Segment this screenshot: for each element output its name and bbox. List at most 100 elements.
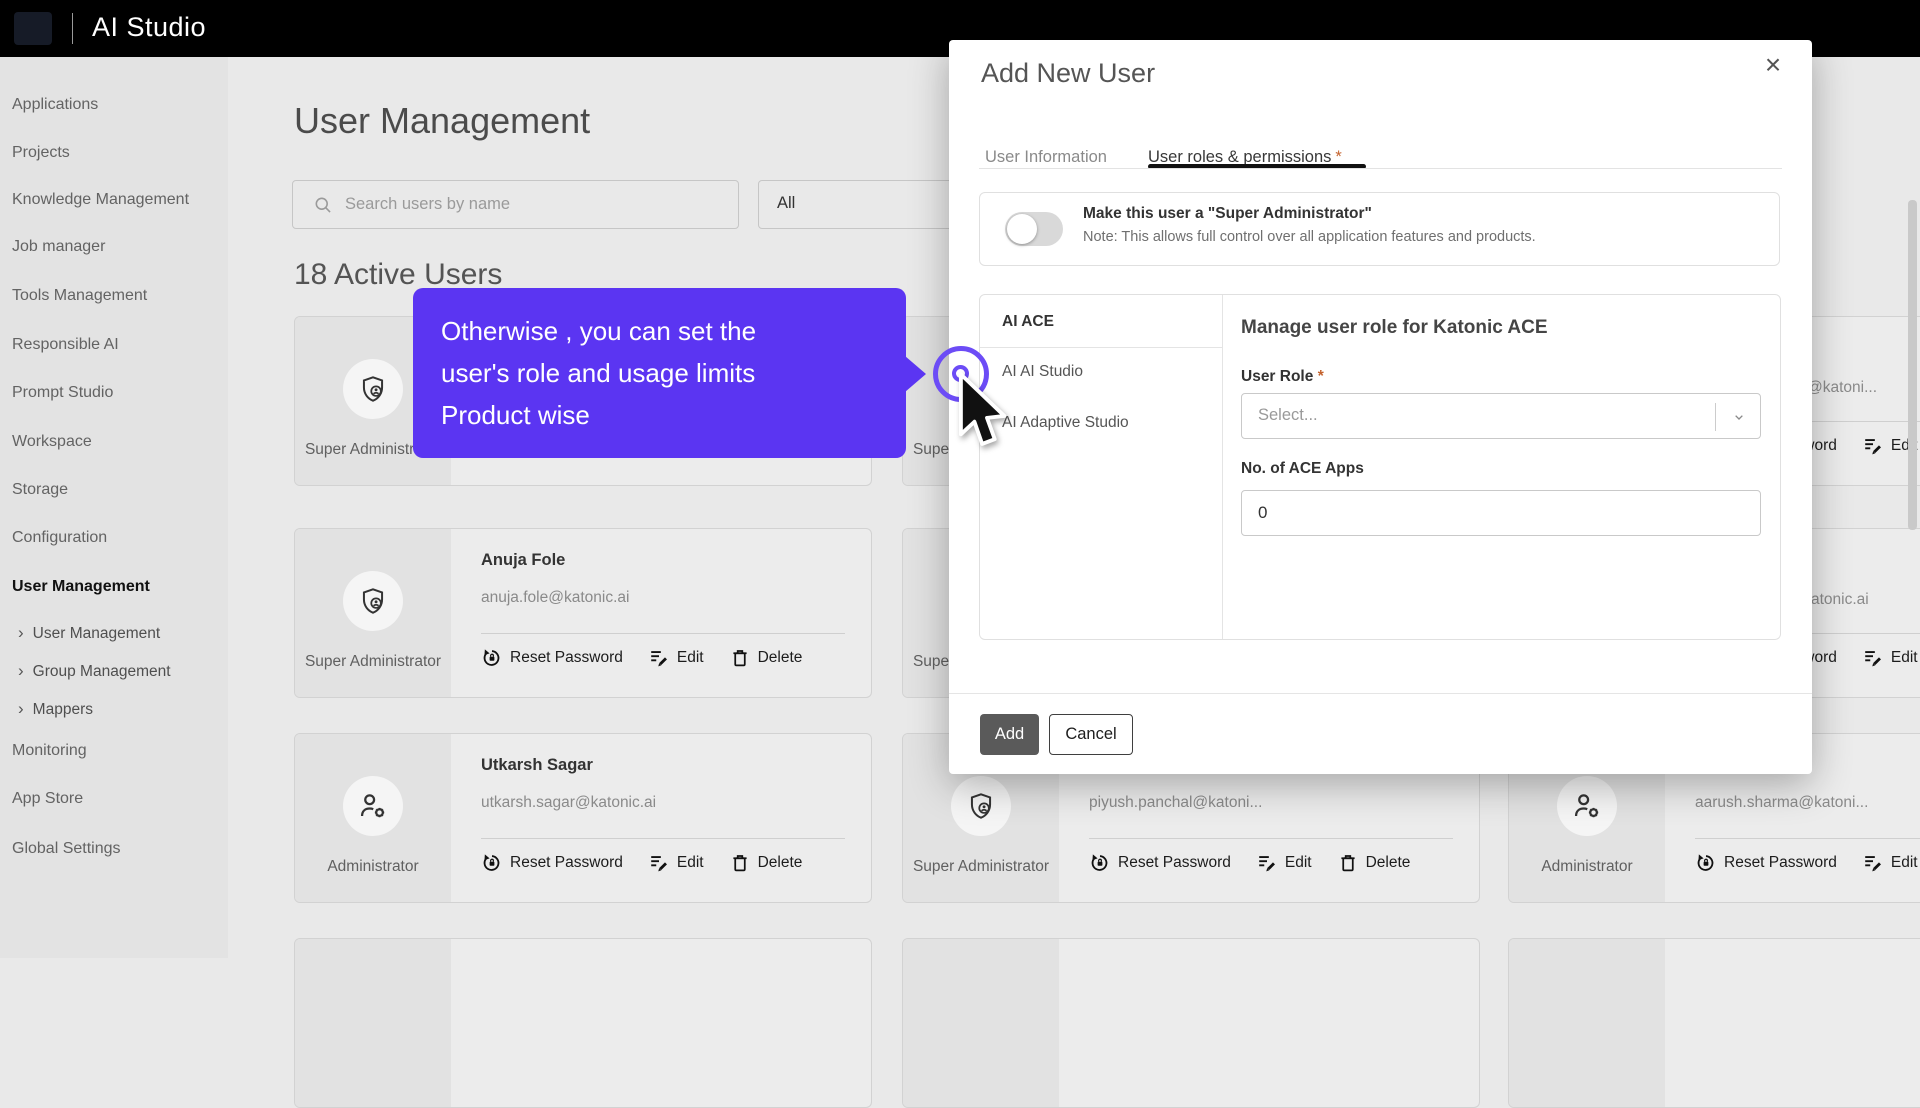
super-administrator-icon bbox=[343, 571, 403, 631]
reset-password-icon bbox=[481, 852, 503, 874]
sidebar-item-label: Knowledge Management bbox=[12, 191, 190, 208]
search-icon bbox=[315, 197, 331, 213]
sidebar-item-group-management[interactable]: › Group Management bbox=[18, 660, 171, 682]
sidebar-item-label: Job manager bbox=[12, 238, 106, 255]
sidebar-item-tools-management[interactable]: Tools Management bbox=[12, 285, 147, 307]
reset-password-label: Reset Password bbox=[510, 854, 623, 871]
edit-button[interactable]: Edit bbox=[648, 852, 704, 874]
reset-password-button[interactable]: Reset Password bbox=[1695, 852, 1837, 874]
user-card bbox=[1508, 938, 1920, 1108]
reset-password-button[interactable]: Reset Password bbox=[481, 852, 623, 874]
filter-dropdown[interactable]: All bbox=[758, 180, 973, 229]
sidebar-item-prompt-studio[interactable]: Prompt Studio bbox=[12, 382, 113, 404]
role-label: Super Administrator bbox=[304, 653, 442, 670]
sidebar-item-label: Responsible AI bbox=[12, 336, 119, 353]
select-placeholder: Select... bbox=[1258, 406, 1318, 424]
reset-password-button[interactable]: Reset Password bbox=[481, 647, 623, 669]
sidebar-item-global-settings[interactable]: Global Settings bbox=[12, 838, 121, 860]
user-name: Utkarsh Sagar bbox=[481, 756, 593, 774]
card-actions: Reset Password Edit Delete bbox=[1089, 852, 1410, 874]
sidebar-item-job-manager[interactable]: Job manager bbox=[12, 236, 105, 258]
page-scrollbar[interactable] bbox=[1908, 200, 1917, 530]
sidebar: Applications Projects Knowledge Management… bbox=[0, 57, 228, 958]
user-card-role-column bbox=[1509, 939, 1665, 1107]
edit-icon bbox=[1862, 435, 1884, 457]
sidebar-item-mappers[interactable]: › Mappers bbox=[18, 698, 93, 720]
user-card bbox=[294, 938, 872, 1108]
edit-label: Edit bbox=[1284, 854, 1312, 871]
sidebar-item-storage[interactable]: Storage bbox=[12, 479, 68, 501]
sidebar-item-user-management[interactable]: › User Management bbox=[18, 622, 160, 644]
edit-icon bbox=[1862, 647, 1884, 669]
reset-password-icon bbox=[1089, 852, 1111, 874]
edit-icon bbox=[648, 647, 670, 669]
ace-apps-label: No. of ACE Apps bbox=[1241, 460, 1364, 477]
sidebar-item-responsible-ai[interactable]: Responsible AI bbox=[12, 334, 119, 356]
chevron-right-icon: › bbox=[18, 661, 24, 680]
modal-title: Add New User bbox=[981, 58, 1156, 88]
edit-button[interactable]: Edit bbox=[1256, 852, 1312, 874]
delete-icon bbox=[729, 647, 751, 669]
tooltip-line: user's role and usage limits bbox=[441, 358, 756, 388]
sidebar-item-label: Mappers bbox=[32, 701, 93, 718]
sidebar-item-applications[interactable]: Applications bbox=[12, 94, 98, 116]
delete-button[interactable]: Delete bbox=[729, 852, 803, 874]
delete-button[interactable]: Delete bbox=[1337, 852, 1410, 874]
reset-password-label: Reset Password bbox=[1724, 854, 1837, 871]
edit-button[interactable]: Edit bbox=[648, 647, 704, 669]
sidebar-item-workspace[interactable]: Workspace bbox=[12, 431, 92, 453]
add-new-user-modal: Add New User × User Information User rol… bbox=[949, 40, 1812, 774]
reset-password-label: Reset Password bbox=[1118, 854, 1231, 871]
search-input[interactable] bbox=[345, 181, 730, 228]
add-button[interactable]: Add bbox=[980, 714, 1039, 755]
sidebar-item-user-management[interactable]: User Management bbox=[12, 576, 150, 598]
sidebar-item-label: Tools Management bbox=[12, 287, 148, 304]
user-name: Anuja Fole bbox=[481, 551, 566, 569]
tooltip-line: Otherwise , you can set the bbox=[441, 316, 757, 346]
sidebar-item-label: App Store bbox=[12, 790, 84, 807]
mouse-cursor bbox=[958, 372, 1007, 446]
modal-footer-divider bbox=[949, 693, 1812, 694]
sidebar-item-projects[interactable]: Projects bbox=[12, 142, 70, 164]
product-item-ai-ace[interactable]: AI ACE bbox=[1002, 313, 1054, 331]
sidebar-item-knowledge-management[interactable]: Knowledge Management bbox=[12, 189, 189, 211]
reset-password-icon bbox=[1695, 852, 1717, 874]
edit-label: Edit bbox=[676, 649, 704, 666]
delete-icon bbox=[1337, 852, 1359, 874]
card-divider bbox=[481, 633, 845, 634]
product-list: AI ACE AI AI Studio AI Adaptive Studio bbox=[980, 295, 1223, 639]
edit-button[interactable]: Edit bbox=[1862, 852, 1918, 874]
cancel-button[interactable]: Cancel bbox=[1049, 714, 1133, 755]
tab-user-information[interactable]: User Information bbox=[985, 148, 1107, 167]
user-email: piyush.panchal@katoni... bbox=[1089, 794, 1263, 811]
filter-value: All bbox=[777, 194, 796, 212]
super-administrator-icon bbox=[343, 359, 403, 419]
super-admin-toggle-note: Note: This allows full control over all … bbox=[1083, 229, 1536, 245]
ace-apps-input[interactable] bbox=[1241, 490, 1761, 536]
delete-icon bbox=[729, 852, 751, 874]
edit-icon bbox=[1256, 852, 1278, 874]
tooltip-line: Product wise bbox=[441, 400, 590, 430]
sidebar-item-configuration[interactable]: Configuration bbox=[12, 527, 107, 549]
sidebar-item-label: Global Settings bbox=[12, 840, 121, 857]
delete-button[interactable]: Delete bbox=[729, 647, 802, 669]
logo-divider bbox=[72, 13, 73, 44]
card-divider bbox=[1089, 838, 1453, 839]
user-email: @katoni... bbox=[1807, 379, 1878, 396]
product-item-adaptive-studio[interactable]: AI Adaptive Studio bbox=[1002, 414, 1129, 432]
close-icon[interactable]: × bbox=[1757, 50, 1789, 82]
delete-label: Delete bbox=[757, 854, 803, 871]
reset-password-button[interactable]: Reset Password bbox=[1089, 852, 1231, 874]
sidebar-item-app-store[interactable]: App Store bbox=[12, 788, 83, 810]
sidebar-item-monitoring[interactable]: Monitoring bbox=[12, 740, 87, 762]
edit-icon bbox=[1862, 852, 1884, 874]
user-card bbox=[902, 938, 1480, 1108]
card-actions: Reset PasswordEditDelete bbox=[1695, 852, 1920, 874]
user-role-select[interactable]: Select... bbox=[1241, 393, 1761, 439]
super-admin-toggle[interactable] bbox=[1005, 212, 1063, 246]
super-admin-toggle-box: Make this user a "Super Administrator" N… bbox=[979, 192, 1780, 266]
sidebar-item-label: Applications bbox=[12, 96, 99, 113]
edit-button[interactable]: Edit bbox=[1862, 647, 1918, 669]
role-label: Super Administrator bbox=[912, 858, 1050, 875]
tooltip-arrow bbox=[905, 356, 926, 392]
